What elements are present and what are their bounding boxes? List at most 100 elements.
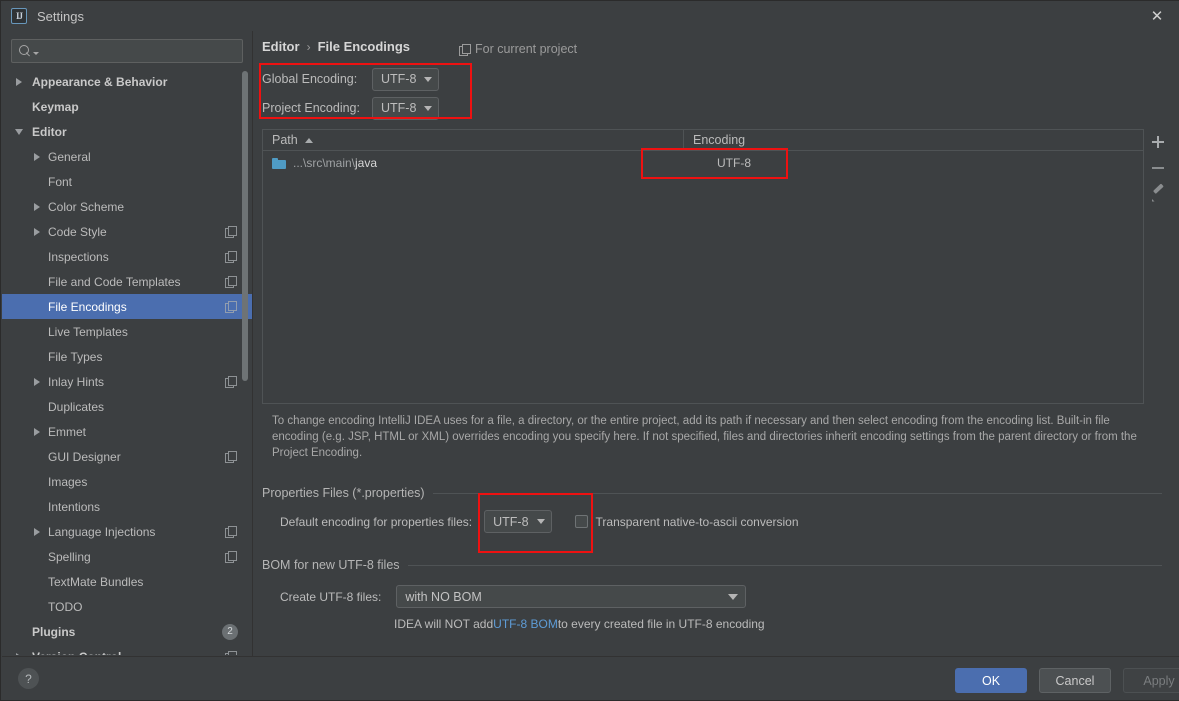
chevron-right-icon[interactable]: [16, 652, 22, 655]
sidebar-item-label: Color Scheme: [48, 199, 125, 214]
sidebar-item-intentions[interactable]: Intentions: [2, 494, 252, 519]
default-properties-encoding-dropdown[interactable]: UTF-8: [484, 510, 552, 533]
chevron-right-icon[interactable]: [34, 427, 40, 436]
sidebar-item-emmet[interactable]: Emmet: [2, 419, 252, 444]
window-title: Settings: [37, 8, 84, 24]
bom-hint-before: IDEA will NOT add: [394, 617, 494, 631]
chevron-right-icon[interactable]: [34, 527, 40, 536]
dialog-footer: ? OK Cancel Apply: [2, 656, 1179, 700]
sidebar-item-duplicates[interactable]: Duplicates: [2, 394, 252, 419]
sidebar-item-inlay-hints[interactable]: Inlay Hints: [2, 369, 252, 394]
sidebar-item-images[interactable]: Images: [2, 469, 252, 494]
transparent-conversion-checkbox-row[interactable]: Transparent native-to-ascii conversion: [574, 515, 799, 529]
transparent-conversion-checkbox[interactable]: [574, 515, 588, 528]
path-name: java: [355, 156, 378, 170]
minus-icon: [1152, 167, 1164, 169]
chevron-right-icon[interactable]: [16, 77, 22, 86]
for-current-project-text: For current project: [475, 42, 578, 56]
sidebar-item-plugins[interactable]: Plugins 2: [2, 619, 252, 644]
breadcrumb-current: File Encodings: [317, 39, 411, 54]
table-toolbar: [1146, 129, 1170, 239]
project-encoding-label: Project Encoding:: [262, 101, 360, 115]
table-column-header-path[interactable]: Path: [263, 130, 684, 150]
sidebar-scrollbar-thumb[interactable]: [242, 71, 248, 381]
project-scope-icon: [225, 526, 237, 538]
sidebar-item-color-scheme[interactable]: Color Scheme: [2, 194, 252, 219]
chevron-right-icon[interactable]: [34, 227, 40, 236]
add-path-button[interactable]: [1146, 129, 1170, 155]
bom-group-header: BOM for new UTF-8 files: [262, 558, 1162, 572]
sidebar-item-file-and-code-templates[interactable]: File and Code Templates: [2, 269, 252, 294]
sidebar-item-appearance-behavior[interactable]: Appearance & Behavior: [2, 69, 252, 94]
sidebar-item-label: Emmet: [48, 424, 87, 439]
sidebar-item-label: Language Injections: [48, 524, 156, 539]
help-button[interactable]: ?: [18, 668, 39, 689]
sidebar-item-todo[interactable]: TODO: [2, 594, 252, 619]
ok-button[interactable]: OK: [955, 668, 1027, 693]
sidebar-item-file-encodings[interactable]: File Encodings: [2, 294, 252, 319]
table-column-header-encoding[interactable]: Encoding: [684, 130, 1143, 150]
close-icon[interactable]: ✕: [1134, 1, 1179, 31]
apply-button[interactable]: Apply: [1123, 668, 1179, 693]
chevron-right-icon[interactable]: [34, 152, 40, 161]
encodings-table: Path Encoding ...\src\main\java UTF-8: [262, 129, 1144, 404]
sidebar-item-keymap[interactable]: Keymap: [2, 94, 252, 119]
settings-tree: Appearance & Behavior Keymap Editor General…: [2, 69, 252, 655]
sidebar-item-spelling[interactable]: Spelling: [2, 544, 252, 569]
chevron-right-icon[interactable]: [34, 202, 40, 211]
sidebar-item-language-injections[interactable]: Language Injections: [2, 519, 252, 544]
sidebar-item-file-types[interactable]: File Types: [2, 344, 252, 369]
sidebar-item-label: GUI Designer: [48, 449, 121, 464]
content-pane: Editor › File Encodings For current proj…: [253, 31, 1179, 656]
create-utf8-dropdown[interactable]: with NO BOM: [396, 585, 747, 608]
search-input[interactable]: [39, 43, 242, 59]
sidebar-item-general[interactable]: General: [2, 144, 252, 169]
sidebar-item-inspections[interactable]: Inspections: [2, 244, 252, 269]
sidebar-item-code-style[interactable]: Code Style: [2, 219, 252, 244]
sidebar-item-live-templates[interactable]: Live Templates: [2, 319, 252, 344]
project-scope-icon: [459, 43, 471, 56]
table-column-header-path-label: Path: [272, 133, 298, 147]
settings-dialog: IJ Settings ✕ Appearance & Behavior Keyma…: [0, 0, 1179, 701]
cancel-button[interactable]: Cancel: [1039, 668, 1111, 693]
chevron-down-icon: [536, 519, 545, 524]
sidebar-item-version-control[interactable]: Version Control: [2, 644, 252, 655]
sidebar-item-label: Plugins: [32, 624, 76, 639]
sidebar-item-count-badge: 2: [222, 623, 238, 640]
table-row[interactable]: ...\src\main\java UTF-8: [263, 151, 1143, 175]
for-current-project-label: For current project: [459, 42, 577, 56]
sidebar-item-gui-designer[interactable]: GUI Designer: [2, 444, 252, 469]
sidebar-item-label: TextMate Bundles: [48, 574, 144, 589]
breadcrumb-parent[interactable]: Editor: [262, 39, 300, 54]
sidebar-item-label: File Types: [48, 349, 103, 364]
plus-icon: [1152, 136, 1164, 148]
intellij-logo-icon: IJ: [11, 8, 27, 24]
table-cell-path: ...\src\main\java: [263, 156, 684, 170]
breadcrumb-separator-icon: ›: [306, 39, 311, 54]
chevron-right-icon[interactable]: [34, 377, 40, 386]
bom-hint: IDEA will NOT add UTF-8 BOM to every cre…: [394, 617, 765, 631]
chevron-down-icon: [424, 105, 433, 111]
sidebar-item-textmate-bundles[interactable]: TextMate Bundles: [2, 569, 252, 594]
global-encoding-dropdown[interactable]: UTF-8: [372, 67, 440, 91]
create-utf8-value: with NO BOM: [405, 589, 482, 604]
project-encoding-dropdown[interactable]: UTF-8: [372, 96, 440, 120]
table-cell-encoding[interactable]: UTF-8: [684, 156, 1143, 170]
project-scope-icon: [225, 276, 237, 288]
project-encoding-row: Project Encoding: UTF-8: [262, 96, 440, 120]
sidebar-item-label: Code Style: [48, 224, 107, 239]
bom-hint-link[interactable]: UTF-8 BOM: [493, 617, 558, 631]
sidebar-item-editor[interactable]: Editor: [2, 119, 252, 144]
sidebar-item-label: Inspections: [48, 249, 109, 264]
sidebar-item-label: Font: [48, 174, 73, 189]
settings-sidebar: Appearance & Behavior Keymap Editor General…: [2, 31, 252, 656]
edit-path-button[interactable]: [1146, 181, 1170, 207]
remove-path-button[interactable]: [1146, 155, 1170, 181]
sidebar-item-font[interactable]: Font: [2, 169, 252, 194]
bom-hint-after: to every created file in UTF-8 encoding: [557, 617, 765, 631]
sidebar-item-label: Images: [48, 474, 88, 489]
chevron-down-icon[interactable]: [15, 128, 23, 135]
search-field[interactable]: [11, 39, 243, 63]
bom-group-label: BOM for new UTF-8 files: [262, 558, 400, 572]
sidebar-item-label: File Encodings: [48, 299, 127, 314]
